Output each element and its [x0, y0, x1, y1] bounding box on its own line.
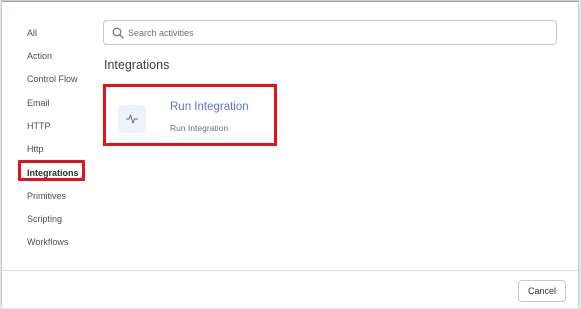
activity-card-run-integration[interactable]: Run Integration Run Integration: [106, 87, 274, 143]
activity-pulse-icon: [118, 105, 146, 133]
sidebar-item-control-flow[interactable]: Control Flow: [27, 73, 78, 85]
search-icon: [112, 27, 124, 39]
selected-category-highlight: [18, 160, 85, 181]
dialog-footer: Cancel: [2, 270, 578, 308]
card-description: Run Integration: [170, 123, 229, 133]
sidebar-item-http[interactable]: Http: [27, 143, 44, 155]
search-box[interactable]: [103, 20, 557, 45]
sidebar-item-scripting[interactable]: Scripting: [27, 213, 62, 225]
search-input[interactable]: [128, 27, 528, 38]
activity-picker-dialog: All Action Control Flow Email HTTP Http …: [1, 0, 579, 308]
card-title: Run Integration: [170, 101, 249, 113]
sidebar-item-http-upper[interactable]: HTTP: [27, 120, 51, 132]
sidebar-item-workflows[interactable]: Workflows: [27, 236, 68, 248]
cancel-button[interactable]: Cancel: [518, 280, 566, 302]
sidebar-item-primitives[interactable]: Primitives: [27, 190, 66, 202]
category-sidebar: All Action Control Flow Email HTTP Http …: [2, 1, 97, 270]
sidebar-item-all[interactable]: All: [27, 27, 37, 39]
sidebar-item-action[interactable]: Action: [27, 50, 52, 62]
section-title: Integrations: [104, 58, 170, 72]
sidebar-item-email[interactable]: Email: [27, 97, 50, 109]
